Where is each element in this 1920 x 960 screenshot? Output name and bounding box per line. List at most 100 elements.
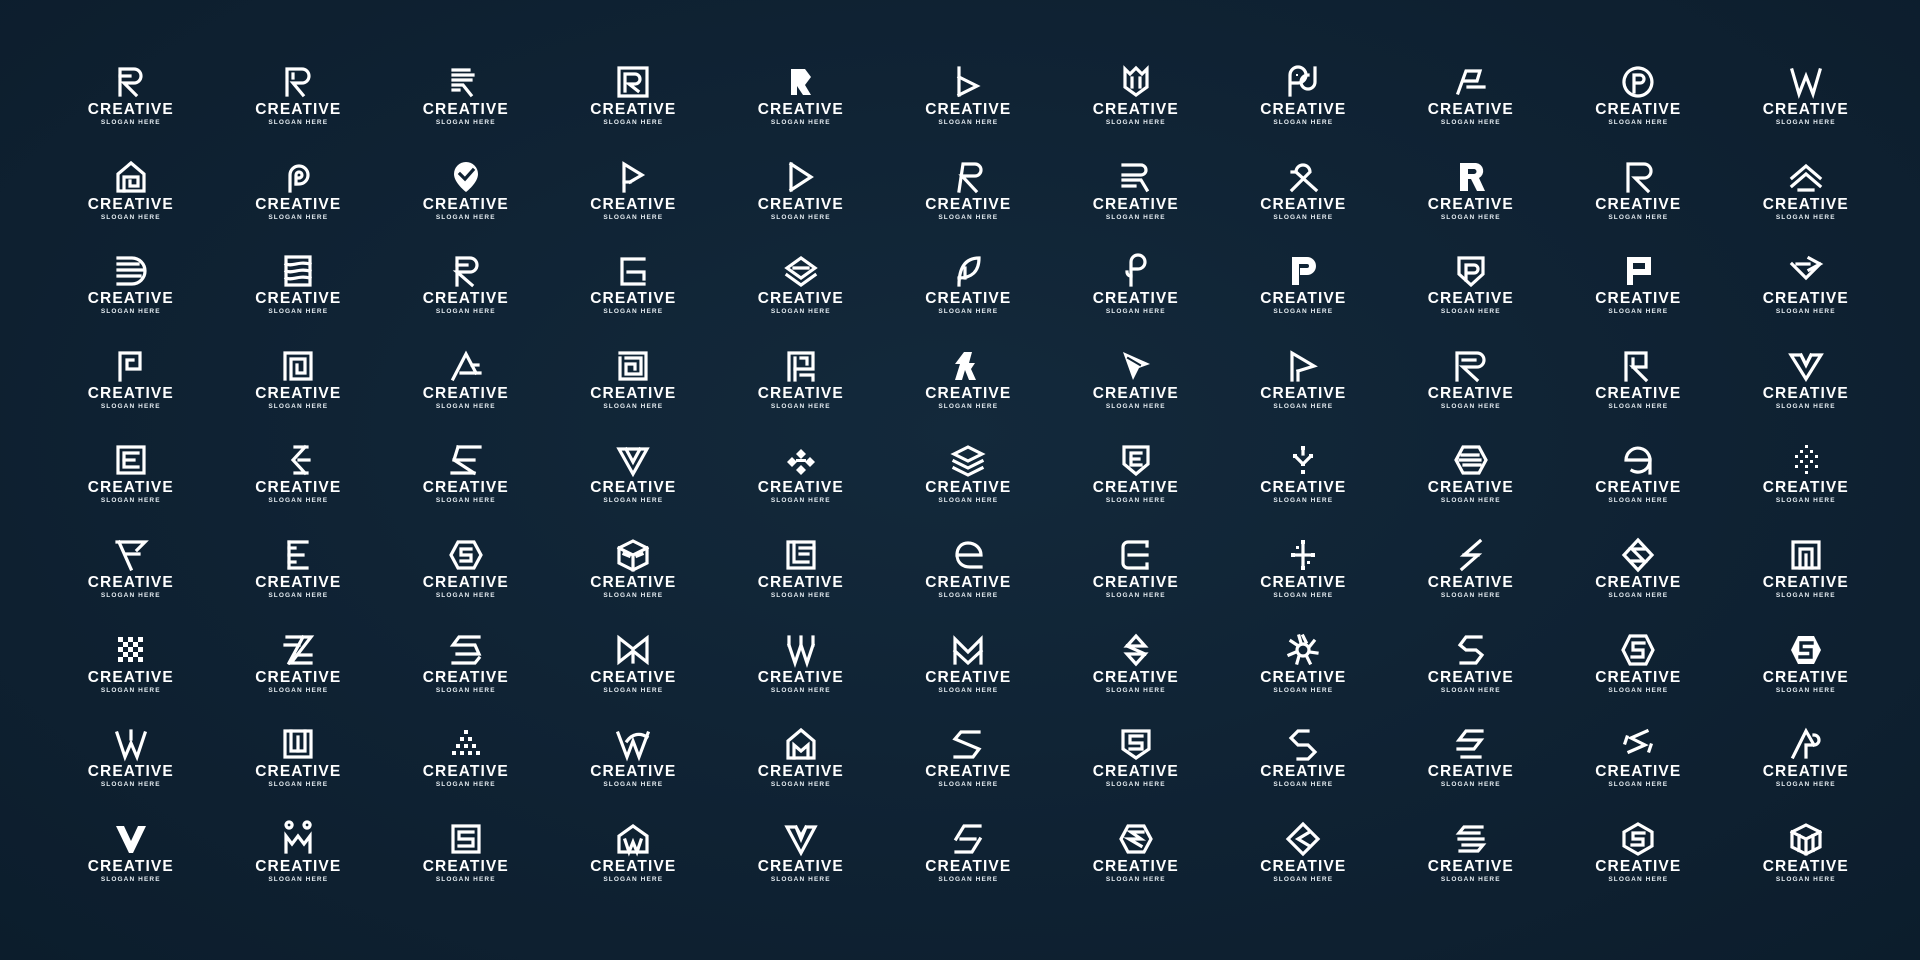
logo-tile: CREATIVE SLOGAN HERE bbox=[1722, 157, 1890, 252]
brand-name: CREATIVE bbox=[590, 290, 677, 308]
logo-tile: CREATIVE SLOGAN HERE bbox=[1220, 251, 1388, 346]
slogan-text: SLOGAN HERE bbox=[938, 308, 999, 316]
crown-shield-icon bbox=[1116, 62, 1156, 102]
brand-name: CREATIVE bbox=[590, 479, 677, 497]
slogan-text: SLOGAN HERE bbox=[1440, 686, 1501, 694]
slogan-text: SLOGAN HERE bbox=[1608, 686, 1669, 694]
logo-tile: CREATIVE SLOGAN HERE bbox=[47, 157, 215, 252]
letter-r-frame-icon bbox=[1618, 346, 1658, 386]
brand-name: CREATIVE bbox=[422, 384, 509, 402]
letter-p-circle-icon bbox=[1618, 62, 1658, 102]
logo-tile: CREATIVE SLOGAN HERE bbox=[1387, 724, 1555, 819]
slogan-text: SLOGAN HERE bbox=[1273, 213, 1334, 221]
slogan-text: SLOGAN HERE bbox=[1608, 402, 1669, 410]
slogan-text: SLOGAN HERE bbox=[435, 497, 496, 505]
letter-p-dot-icon bbox=[1283, 251, 1323, 291]
slogan-text: SLOGAN HERE bbox=[1608, 591, 1669, 599]
logo-tile: CREATIVE SLOGAN HERE bbox=[1722, 62, 1890, 157]
logo-tile: CREATIVE SLOGAN HERE bbox=[215, 819, 383, 914]
brand-name: CREATIVE bbox=[422, 857, 509, 875]
brand-name: CREATIVE bbox=[590, 668, 677, 686]
brand-name: CREATIVE bbox=[925, 384, 1012, 402]
slogan-text: SLOGAN HERE bbox=[1775, 875, 1836, 883]
logo-tile: CREATIVE SLOGAN HERE bbox=[717, 440, 885, 535]
letter-r-square-box-icon bbox=[613, 62, 653, 102]
letter-v-triangle-icon bbox=[613, 440, 653, 480]
brand-name: CREATIVE bbox=[1260, 290, 1347, 308]
logo-tile: CREATIVE SLOGAN HERE bbox=[1387, 62, 1555, 157]
letter-e-maze-icon bbox=[781, 535, 821, 575]
house-maze-icon bbox=[111, 157, 151, 197]
brand-name: CREATIVE bbox=[757, 290, 844, 308]
logo-tile: CREATIVE SLOGAN HERE bbox=[717, 819, 885, 914]
logo-tile: CREATIVE SLOGAN HERE bbox=[1052, 62, 1220, 157]
letter-s-diamond-icon bbox=[1618, 535, 1658, 575]
brand-name: CREATIVE bbox=[925, 479, 1012, 497]
brand-name: CREATIVE bbox=[1762, 479, 1849, 497]
logo-tile: CREATIVE SLOGAN HERE bbox=[1555, 346, 1723, 441]
brand-name: CREATIVE bbox=[590, 384, 677, 402]
brand-name: CREATIVE bbox=[1260, 857, 1347, 875]
brand-name: CREATIVE bbox=[1595, 763, 1682, 781]
logo-tile: CREATIVE SLOGAN HERE bbox=[550, 251, 718, 346]
slogan-text: SLOGAN HERE bbox=[1105, 591, 1166, 599]
logo-tile: CREATIVE SLOGAN HERE bbox=[1387, 535, 1555, 630]
brand-name: CREATIVE bbox=[1595, 573, 1682, 591]
slogan-text: SLOGAN HERE bbox=[938, 686, 999, 694]
slogan-text: SLOGAN HERE bbox=[100, 402, 161, 410]
letter-r-slant-icon bbox=[948, 157, 988, 197]
slogan-text: SLOGAN HERE bbox=[435, 686, 496, 694]
slogan-text: SLOGAN HERE bbox=[603, 402, 664, 410]
slogan-text: SLOGAN HERE bbox=[938, 119, 999, 126]
logo-tile: CREATIVE SLOGAN HERE bbox=[1220, 819, 1388, 914]
logo-tile: CREATIVE SLOGAN HERE bbox=[47, 535, 215, 630]
letter-s-hex-ring-icon bbox=[1618, 819, 1658, 859]
logo-tile: CREATIVE SLOGAN HERE bbox=[550, 819, 718, 914]
slogan-text: SLOGAN HERE bbox=[1105, 497, 1166, 505]
brand-name: CREATIVE bbox=[925, 290, 1012, 308]
letter-e-tech-icon bbox=[1116, 535, 1156, 575]
brand-name: CREATIVE bbox=[1595, 195, 1682, 213]
slogan-text: SLOGAN HERE bbox=[1273, 781, 1334, 789]
logo-tile: CREATIVE SLOGAN HERE bbox=[1555, 62, 1723, 157]
cursor-arrow-icon bbox=[1116, 346, 1156, 386]
brand-name: CREATIVE bbox=[1427, 857, 1514, 875]
slogan-text: SLOGAN HERE bbox=[100, 875, 161, 883]
logo-tile: CREATIVE SLOGAN HERE bbox=[215, 157, 383, 252]
letter-p-pixel-icon bbox=[1618, 251, 1658, 291]
pixel-diamond-icon bbox=[1786, 440, 1826, 480]
brand-name: CREATIVE bbox=[422, 101, 509, 118]
letter-s-hex-solid-icon bbox=[1786, 630, 1826, 670]
checker-pattern-icon bbox=[111, 630, 151, 670]
letter-d-striped-icon bbox=[111, 251, 151, 291]
letter-r-cut-icon bbox=[948, 346, 988, 386]
logo-tile: CREATIVE SLOGAN HERE bbox=[1722, 440, 1890, 535]
slogan-text: SLOGAN HERE bbox=[435, 402, 496, 410]
logo-tile: CREATIVE SLOGAN HERE bbox=[1052, 157, 1220, 252]
slogan-text: SLOGAN HERE bbox=[1105, 308, 1166, 316]
letter-r-knot-icon bbox=[1283, 157, 1323, 197]
letter-pa-chat-icon bbox=[1283, 62, 1323, 102]
logo-tile: CREATIVE SLOGAN HERE bbox=[1220, 630, 1388, 725]
square-maze-icon bbox=[278, 346, 318, 386]
logo-tile: CREATIVE SLOGAN HERE bbox=[47, 62, 215, 157]
dot-network-icon bbox=[1283, 535, 1323, 575]
logo-tile: CREATIVE SLOGAN HERE bbox=[550, 157, 718, 252]
letter-e-shield-icon bbox=[1116, 440, 1156, 480]
slogan-text: SLOGAN HERE bbox=[268, 308, 329, 316]
slogan-text: SLOGAN HERE bbox=[1775, 308, 1836, 316]
slogan-text: SLOGAN HERE bbox=[435, 875, 496, 883]
letter-s-bolt-icon bbox=[1451, 724, 1491, 764]
letter-b-play-icon bbox=[948, 62, 988, 102]
brand-name: CREATIVE bbox=[422, 290, 509, 308]
letter-e-square-icon bbox=[111, 440, 151, 480]
slogan-text: SLOGAN HERE bbox=[1775, 213, 1836, 221]
brand-name: CREATIVE bbox=[1092, 763, 1179, 781]
brand-name: CREATIVE bbox=[1762, 384, 1849, 402]
slogan-text: SLOGAN HERE bbox=[1775, 402, 1836, 410]
letter-s-hex-wide-icon bbox=[1116, 819, 1156, 859]
logo-tile: CREATIVE SLOGAN HERE bbox=[382, 535, 550, 630]
letter-w-pins-icon bbox=[278, 819, 318, 859]
slogan-text: SLOGAN HERE bbox=[435, 213, 496, 221]
brand-name: CREATIVE bbox=[925, 573, 1012, 591]
